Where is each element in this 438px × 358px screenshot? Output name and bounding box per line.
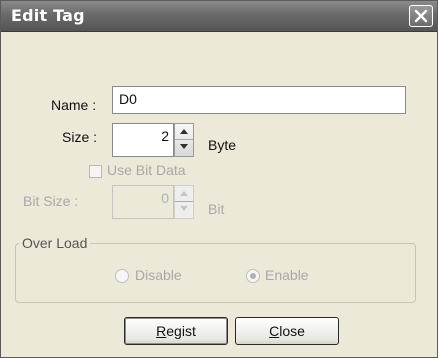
bit-size-spin-down[interactable]	[175, 202, 193, 218]
regist-button[interactable]: Regist	[124, 317, 228, 345]
over-load-group	[15, 243, 416, 303]
arrow-down-icon	[180, 206, 188, 211]
size-field[interactable]: 2	[112, 123, 174, 157]
size-spin-down[interactable]	[175, 140, 193, 156]
close-icon	[414, 9, 428, 23]
close-window-button[interactable]	[409, 5, 433, 27]
regist-button-label: egist	[166, 323, 196, 339]
size-label: Size :	[62, 129, 98, 145]
enable-radio[interactable]	[246, 269, 260, 283]
title-bar[interactable]: Edit Tag	[1, 1, 437, 32]
close-button[interactable]: Close	[235, 317, 339, 345]
disable-radio-label: Disable	[135, 267, 182, 283]
arrow-up-icon	[180, 129, 188, 134]
arrow-down-icon	[180, 144, 188, 149]
arrow-up-icon	[180, 191, 188, 196]
bit-size-label: Bit Size :	[23, 193, 79, 209]
bit-size-spinner[interactable]	[174, 185, 194, 219]
bit-size-field[interactable]: 0	[112, 185, 174, 219]
edit-tag-dialog: Edit Tag Name : D0 Size : 2 Byte Use Bit…	[0, 0, 438, 358]
bit-size-unit: Bit	[208, 201, 225, 217]
enable-radio-selected-dot	[250, 273, 256, 279]
close-button-label: lose	[279, 323, 305, 339]
disable-radio[interactable]	[115, 269, 129, 283]
bit-size-spin-up[interactable]	[175, 186, 193, 202]
name-label: Name :	[51, 97, 97, 113]
name-field[interactable]: D0	[112, 86, 406, 114]
regist-mnemonic: R	[156, 323, 167, 339]
size-spin-up[interactable]	[175, 124, 193, 140]
size-unit: Byte	[208, 137, 237, 153]
size-spinner[interactable]	[174, 123, 194, 157]
enable-radio-label: Enable	[265, 267, 309, 283]
over-load-legend: Over Load	[19, 235, 91, 251]
close-mnemonic: C	[269, 323, 280, 339]
dialog-title: Edit Tag	[11, 6, 85, 25]
use-bit-data-label: Use Bit Data	[107, 162, 186, 178]
use-bit-data-checkbox[interactable]	[89, 165, 102, 178]
